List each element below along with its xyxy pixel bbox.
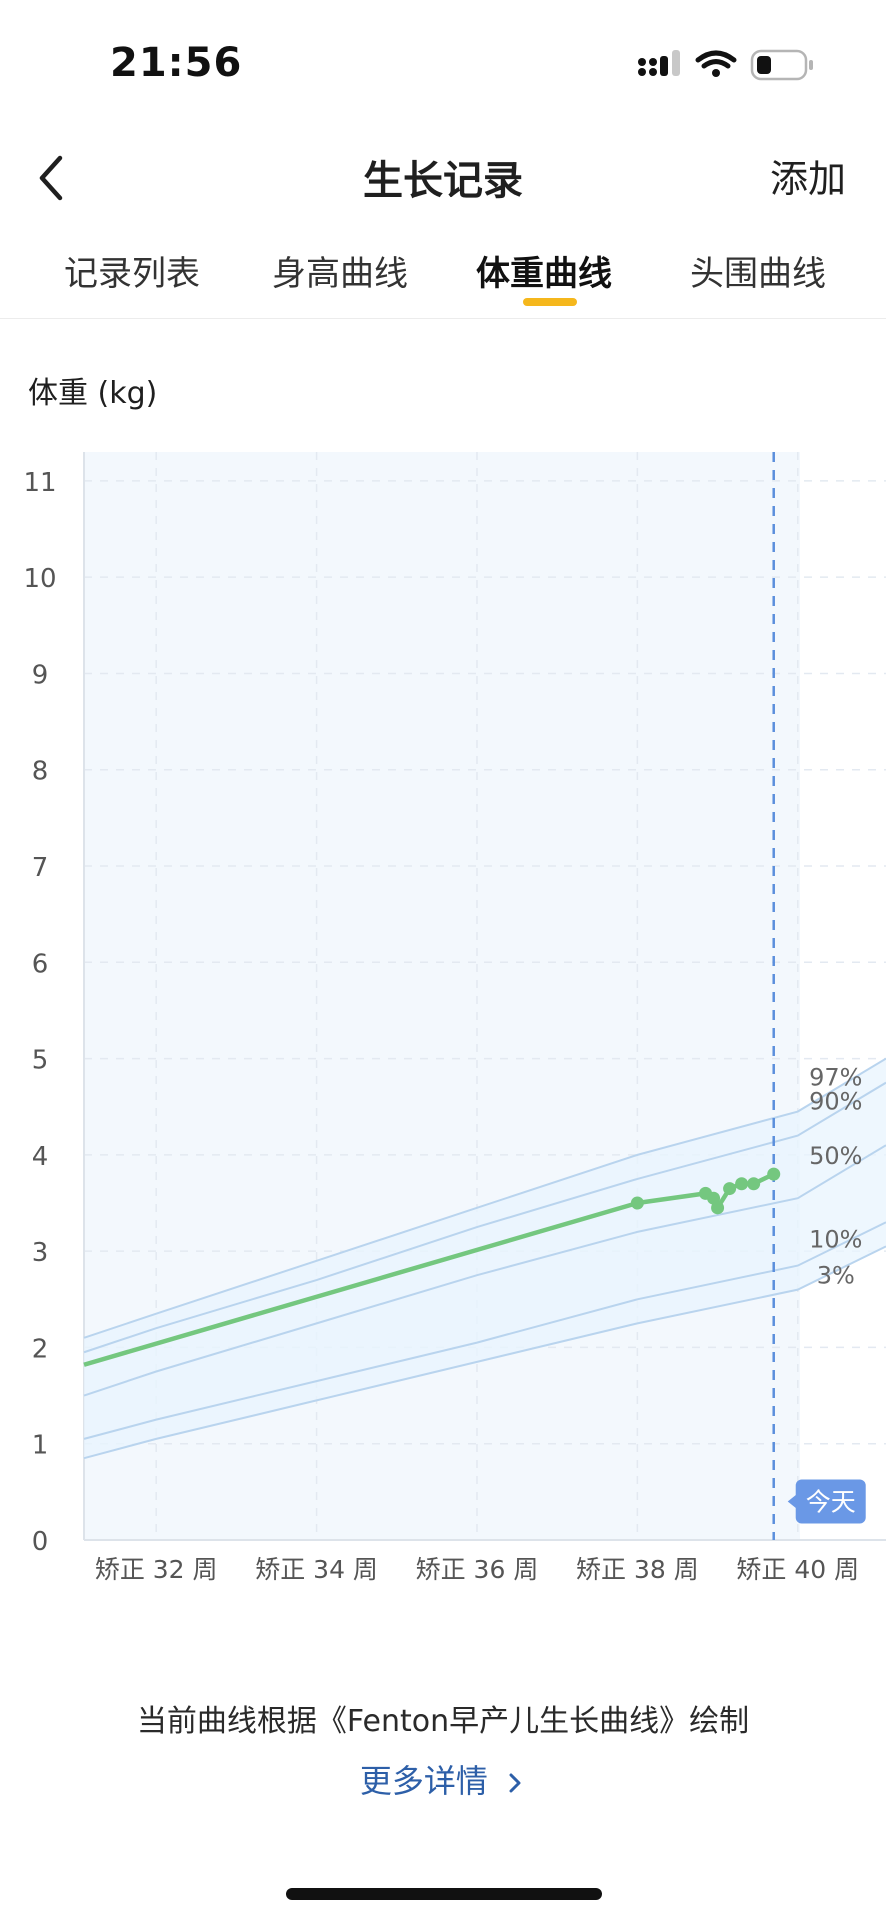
- y-tick-label: 11: [23, 468, 56, 498]
- tab-bar: 记录列表 身高曲线 体重曲线 头围曲线: [0, 236, 886, 319]
- more-details-label: 更多详情: [359, 1762, 488, 1800]
- percentile-label: 50%: [809, 1142, 862, 1170]
- chart-title: 体重 (kg): [28, 376, 158, 411]
- y-tick-label: 6: [32, 949, 49, 979]
- percentile-label: 90%: [809, 1088, 862, 1116]
- y-tick-label: 5: [32, 1046, 49, 1076]
- tab-record-list[interactable]: 记录列表: [64, 246, 200, 295]
- tab-head-curve[interactable]: 头围曲线: [690, 246, 826, 295]
- x-tick-label: 矫正 32 周: [95, 1555, 218, 1584]
- weight-data-point[interactable]: [723, 1182, 737, 1196]
- page-title: 生长记录: [363, 158, 523, 204]
- home-indicator: [286, 1888, 602, 1900]
- y-tick-label: 4: [32, 1142, 49, 1172]
- weight-data-point[interactable]: [767, 1167, 781, 1181]
- curve-source-note: 当前曲线根据《Fenton早产儿生长曲线》绘制: [136, 1704, 750, 1739]
- nav-bar: 生长记录 添加: [0, 130, 886, 230]
- add-button[interactable]: 添加: [770, 148, 846, 203]
- more-details-link[interactable]: 更多详情: [0, 1756, 886, 1802]
- status-icons: [638, 49, 813, 81]
- chevron-right-icon: [509, 1773, 521, 1793]
- x-tick-label: 矫正 40 周: [736, 1555, 859, 1584]
- weight-data-point[interactable]: [747, 1177, 761, 1191]
- x-tick-label: 矫正 34 周: [255, 1555, 378, 1584]
- y-tick-label: 8: [32, 757, 49, 787]
- active-tab-indicator: [523, 298, 577, 306]
- weight-data-point[interactable]: [711, 1201, 725, 1215]
- status-time: 21:56: [110, 40, 243, 86]
- percentile-label: 3%: [817, 1262, 855, 1290]
- tab-weight-curve[interactable]: 体重曲线: [476, 246, 612, 295]
- weight-chart[interactable]: 0 1 2 3 4 5 6 7 8 9 10 11 矫正 32 周 矫正 34 周 矫正 36 周 矫正 38…: [0, 440, 886, 1590]
- x-tick-label: 矫正 36 周: [416, 1555, 539, 1584]
- percentile-label: 10%: [809, 1226, 862, 1254]
- battery-icon: [750, 49, 813, 81]
- status-bar: 21:56: [0, 0, 886, 130]
- weight-data-point[interactable]: [735, 1177, 749, 1191]
- tab-height-curve[interactable]: 身高曲线: [272, 246, 408, 295]
- y-tick-label: 7: [32, 853, 49, 883]
- y-tick-label: 0: [32, 1527, 49, 1557]
- weight-data-point[interactable]: [630, 1196, 644, 1210]
- y-tick-label: 9: [32, 660, 49, 690]
- cellular-signal-icon: [638, 50, 680, 76]
- y-tick-label: 10: [23, 564, 56, 594]
- today-label: 今天: [806, 1487, 856, 1516]
- x-tick-label: 矫正 38 周: [576, 1555, 699, 1584]
- y-tick-label: 3: [32, 1238, 49, 1268]
- wifi-icon: [695, 50, 737, 77]
- y-tick-label: 2: [32, 1334, 49, 1364]
- y-tick-label: 1: [32, 1431, 49, 1461]
